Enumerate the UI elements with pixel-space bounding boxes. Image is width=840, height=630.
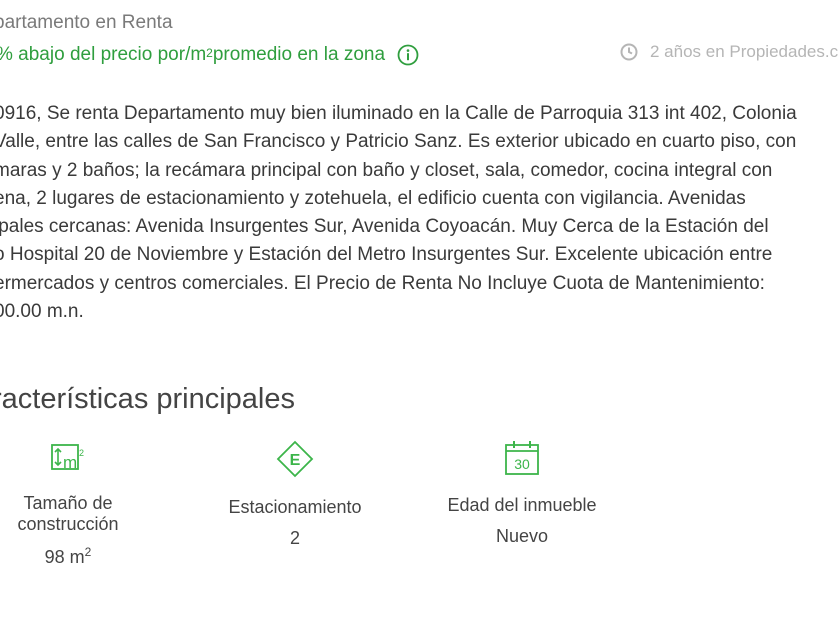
feature-label: Tamaño de construcción [17, 493, 119, 534]
parking-icon-text: E [290, 452, 301, 469]
area-icon-sup: 2 [79, 448, 84, 458]
feature-property-age: 30 Edad del inmueble Nuevo [422, 440, 622, 547]
price-note-text-rest: promedio en la zona [212, 44, 386, 65]
feature-value: Nuevo [495, 526, 549, 546]
feature-value: 98 m2 [44, 545, 92, 567]
description-line: Valle, entre las calles de San Francisco… [0, 131, 797, 153]
description-line: ermercados y centros comerciales. El Pre… [0, 272, 765, 294]
price-note-text: % abajo del precio por/m [0, 44, 207, 65]
info-icon[interactable] [397, 44, 419, 66]
property-type-title: partamento en Renta [0, 12, 173, 33]
calendar-icon: 30 [422, 440, 622, 481]
description-line: maras y 2 baños; la recámara principal c… [0, 159, 773, 181]
area-icon-text: m [63, 453, 77, 472]
calendar-icon-text: 30 [514, 456, 530, 472]
description-line: ena, 2 lugares de estacionamiento y zote… [0, 187, 746, 209]
description-line: o Hospital 20 de Noviembre y Estación de… [0, 244, 773, 266]
price-comparison-note: % abajo del precio por/m 2 promedio en la… [0, 44, 419, 66]
feature-construction-size: m 2 Tamaño de construcción 98 m2 [0, 440, 138, 568]
features-section-title: racterísticas principales [0, 383, 295, 415]
published-age: 2 años en Propiedades.c [620, 42, 838, 62]
price-note-superscript: 2 [206, 46, 213, 60]
feature-label: Edad del inmueble [447, 495, 597, 515]
description-line: 00.00 m.n. [0, 301, 84, 323]
property-description: 0916, Se renta Departamento muy bien ilu… [0, 100, 840, 326]
description-line: ipales cercanas: Avenida Insurgentes Sur… [0, 216, 769, 238]
feature-value: 2 [289, 528, 300, 548]
clock-icon [620, 43, 638, 61]
feature-parking: E Estacionamiento 2 [210, 440, 380, 549]
area-m2-icon: m 2 [0, 440, 138, 479]
parking-icon: E [210, 440, 380, 483]
feature-label: Estacionamiento [228, 497, 362, 517]
description-line: 0916, Se renta Departamento muy bien ilu… [0, 103, 797, 124]
published-text: 2 años en Propiedades.c [650, 42, 839, 61]
